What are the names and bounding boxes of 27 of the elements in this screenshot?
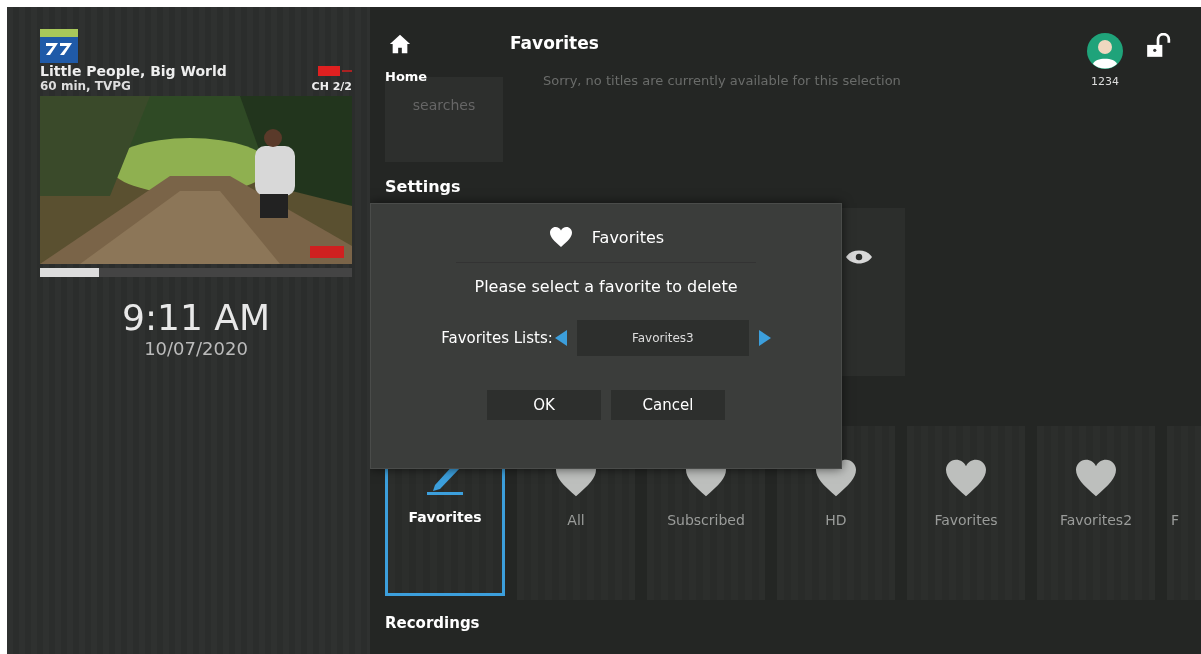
favorites-tile[interactable]: Favorites2	[1037, 426, 1155, 600]
tile-label: searches	[412, 97, 476, 115]
tile-label: HD	[825, 512, 847, 528]
empty-notice: Sorry, no titles are currently available for this selection	[543, 73, 901, 88]
favorites-tile[interactable]: F	[1167, 426, 1201, 600]
tile-label: Favorites	[408, 509, 482, 525]
page-title: Favorites	[510, 33, 599, 53]
favorites-tile[interactable]: Favorites	[907, 426, 1025, 600]
favorites-list-picker[interactable]: Favorites3	[576, 320, 749, 356]
dialog-button[interactable]: OK	[487, 390, 601, 420]
clock-time: 9:11 AM	[121, 297, 271, 338]
clock-date: 10/07/2020	[143, 338, 249, 359]
tile-label: Favorites	[934, 512, 998, 528]
dialog-button[interactable]: Cancel	[611, 390, 725, 420]
section-title: Recordings	[385, 614, 481, 632]
dialog-message: Please select a favorite to delete	[474, 277, 738, 296]
section-title: Settings	[385, 177, 461, 196]
channel-number: CH 2/2	[311, 80, 352, 93]
user-id: 1234	[1091, 75, 1119, 88]
tile-label: Subscribed	[667, 512, 745, 528]
tile-label: All	[567, 512, 585, 528]
dialog-title: Favorites	[591, 227, 665, 247]
tile-label: Favorites2	[1059, 512, 1133, 528]
tile-label: F	[1171, 512, 1180, 528]
program-title: Little People, Big World	[40, 63, 227, 79]
program-details: 60 min, TVPG	[40, 79, 132, 93]
picker-label: Favorites Lists:	[441, 329, 553, 347]
